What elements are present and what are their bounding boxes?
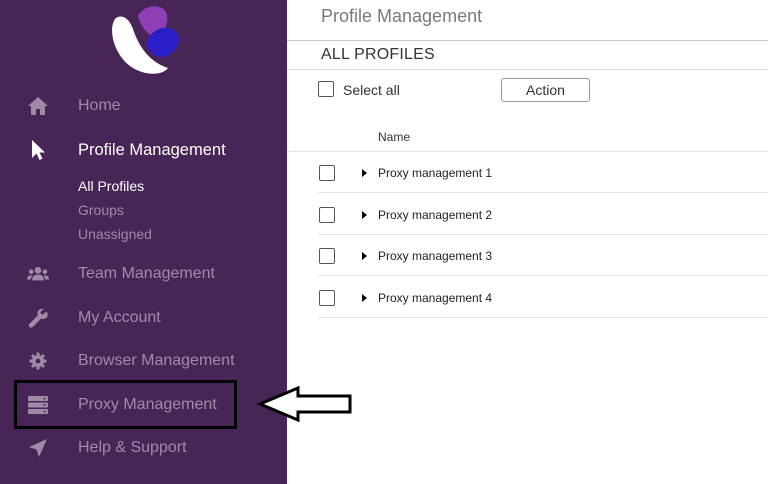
divider [287, 40, 768, 41]
section-title: ALL PROFILES [321, 46, 435, 63]
wrench-icon [27, 307, 49, 329]
row-checkbox[interactable] [319, 290, 335, 306]
expand-caret-icon[interactable] [362, 294, 367, 302]
expand-caret-icon[interactable] [362, 211, 367, 219]
sidebar-item-label: Home [78, 97, 121, 114]
home-icon [27, 95, 49, 117]
sidebar-subitem-all-profiles[interactable]: All Profiles [78, 178, 144, 194]
select-all-checkbox[interactable] [318, 81, 334, 97]
sidebar-item-label: Team Management [78, 265, 215, 282]
expand-caret-icon[interactable] [362, 169, 367, 177]
table-row[interactable]: Proxy management 3 [318, 235, 768, 276]
expand-caret-icon[interactable] [362, 252, 367, 260]
gear-icon [27, 350, 49, 372]
select-all-label[interactable]: Select all [343, 82, 400, 98]
sidebar-subitem-groups[interactable]: Groups [78, 202, 124, 218]
sidebar-item-label: Help & Support [78, 439, 187, 456]
sidebar-item-label: My Account [78, 309, 161, 326]
row-name: Proxy management 1 [378, 166, 493, 180]
sidebar-item-help-support[interactable]: Help & Support [0, 433, 287, 463]
column-header-name[interactable]: Name [378, 130, 410, 144]
table-row[interactable]: Proxy management 4 [318, 277, 768, 318]
row-checkbox[interactable] [319, 165, 335, 181]
sidebar-item-my-account[interactable]: My Account [0, 303, 287, 333]
page-title: Profile Management [321, 6, 483, 26]
users-icon [27, 263, 49, 285]
sidebar-item-browser-management[interactable]: Browser Management [0, 346, 287, 376]
sidebar-item-team-management[interactable]: Team Management [0, 259, 287, 289]
table-row[interactable]: Proxy management 2 [318, 194, 768, 235]
paper-plane-icon [27, 437, 49, 459]
sidebar-item-profile-management[interactable]: Profile Management [0, 135, 287, 165]
action-button[interactable]: Action [501, 78, 590, 102]
row-name: Proxy management 3 [378, 249, 493, 263]
row-name: Proxy management 4 [378, 291, 493, 305]
divider [287, 69, 768, 70]
annotation-highlight-box [14, 380, 237, 429]
sidebar-subitem-unassigned[interactable]: Unassigned [78, 226, 152, 242]
cursor-icon [27, 139, 49, 161]
row-checkbox[interactable] [319, 207, 335, 223]
table-row[interactable]: Proxy management 1 [318, 152, 768, 193]
row-checkbox[interactable] [319, 248, 335, 264]
row-name: Proxy management 2 [378, 208, 493, 222]
sidebar-item-home[interactable]: Home [0, 91, 287, 121]
app-logo [112, 6, 179, 74]
annotation-arrow-icon [256, 385, 352, 423]
sidebar-item-label: Profile Management [78, 140, 226, 159]
sidebar-item-label: Browser Management [78, 352, 235, 369]
